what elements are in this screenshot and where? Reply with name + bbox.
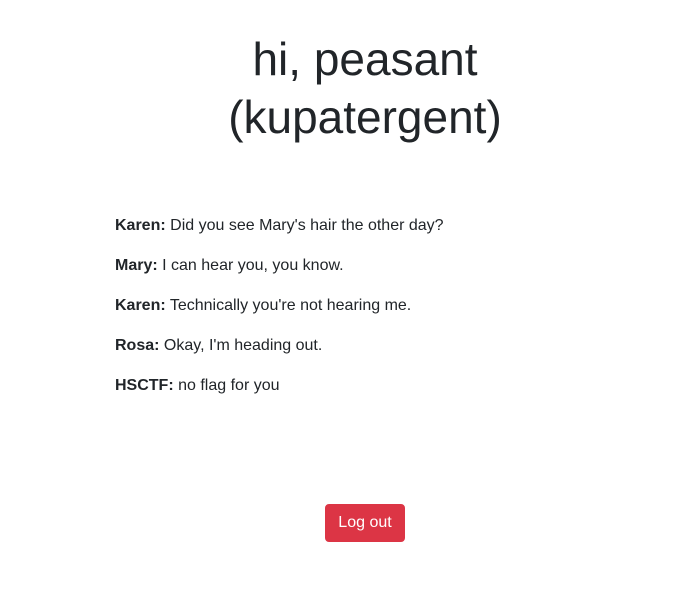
chat-message: HSCTF: no flag for you [115, 376, 615, 416]
chat-message: Mary: I can hear you, you know. [115, 256, 615, 296]
chat-text: Did you see Mary's hair the other day? [170, 217, 444, 234]
chat-text: Okay, I'm heading out. [163, 337, 323, 354]
chat-text: Technically you're not hearing me. [169, 297, 412, 314]
logout-button[interactable]: Log out [325, 504, 405, 542]
chat-message: Rosa: Okay, I'm heading out. [115, 336, 615, 376]
greeting-line-1: hi, peasant [252, 33, 478, 85]
chat-log: Karen: Did you see Mary's hair the other… [115, 216, 615, 416]
chat-message: Karen: Technically you're not hearing me… [115, 296, 615, 336]
page-title: hi, peasant (kupatergent) [0, 30, 696, 146]
chat-text: I can hear you, you know. [162, 257, 344, 274]
chat-speaker: HSCTF: [115, 377, 174, 394]
chat-speaker: Karen: [115, 217, 166, 234]
chat-text: no flag for you [178, 377, 280, 394]
chat-speaker: Mary: [115, 257, 158, 274]
chat-speaker: Karen: [115, 297, 166, 314]
chat-message: Karen: Did you see Mary's hair the other… [115, 216, 615, 256]
greeting-line-2: (kupatergent) [228, 91, 502, 143]
chat-speaker: Rosa: [115, 337, 160, 354]
